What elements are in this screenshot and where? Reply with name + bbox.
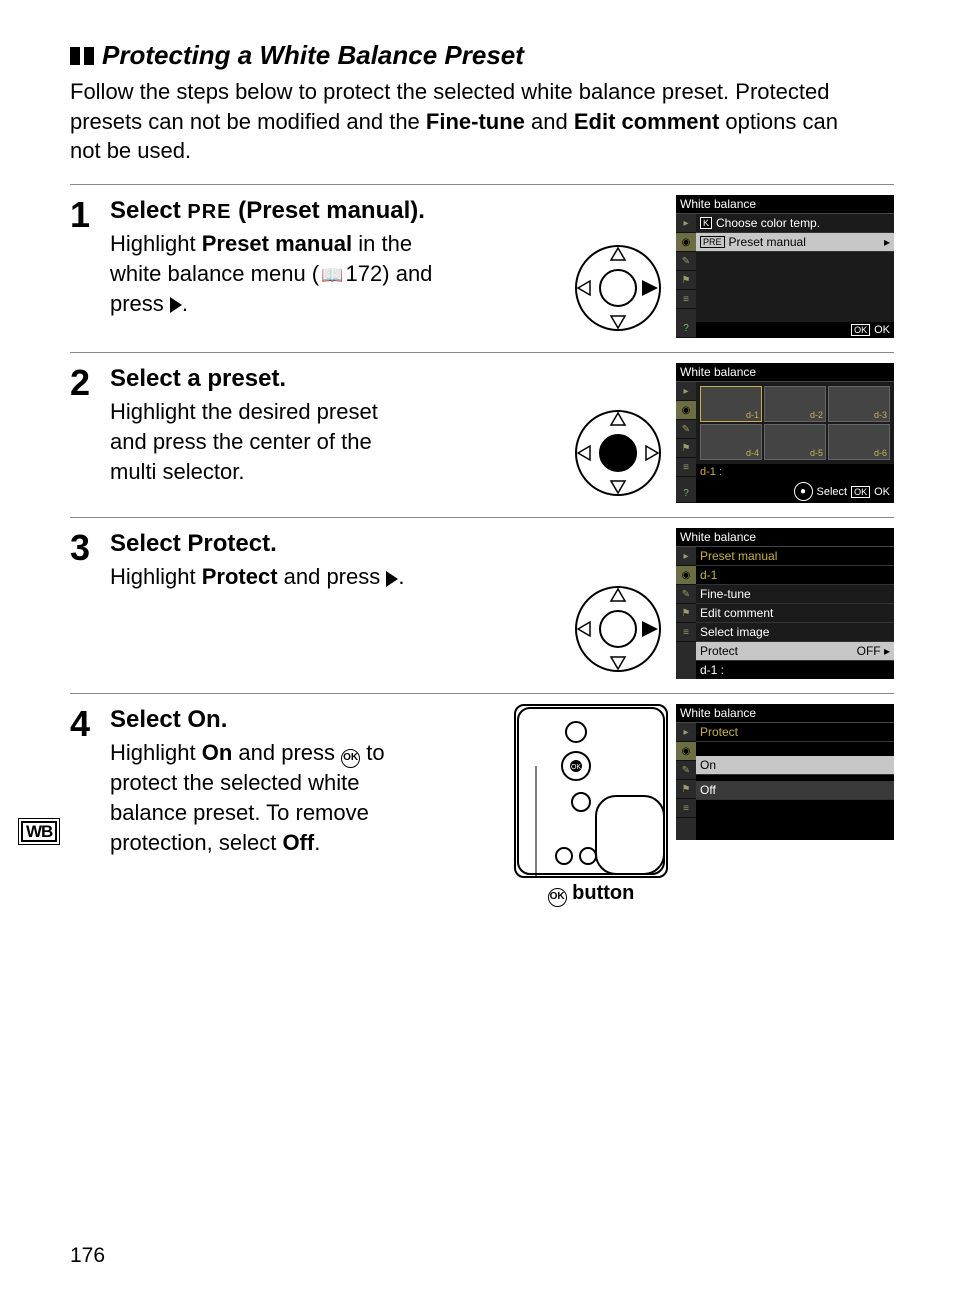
- step-heading: Select Protect.: [110, 528, 470, 560]
- tab-icon: ▸: [676, 214, 696, 233]
- preset-thumb: d-6: [828, 424, 890, 460]
- step-number: 3: [70, 528, 110, 679]
- tab-icon: ▸: [676, 547, 696, 566]
- menu-row-selected: ProtectOFF ▸: [696, 642, 894, 661]
- menu-row: Edit comment: [696, 604, 894, 623]
- camera-screen: White balance ▸ ◉ ✎ ⚑ ≡ Protect On O: [676, 704, 894, 840]
- tab-icon: ⚑: [676, 439, 696, 458]
- tab-icon: ◉: [676, 401, 696, 420]
- wb-side-tab: WB: [18, 818, 60, 845]
- section-title-text: Protecting a White Balance Preset: [102, 40, 524, 71]
- step: 4 Select On. Highlight On and press OK t…: [70, 693, 894, 921]
- intro-paragraph: Follow the steps below to protect the se…: [70, 77, 850, 166]
- camera-body-illustration: OK: [514, 704, 668, 878]
- intro-bold: Edit comment: [574, 109, 719, 134]
- multi-selector-icon: [568, 579, 668, 679]
- camera-caption: OK button: [514, 882, 668, 907]
- menu-row: Select image: [696, 623, 894, 642]
- section-marker-icon: [70, 47, 94, 65]
- tab-icon: ⚑: [676, 271, 696, 290]
- tab-icon: ◉: [676, 742, 696, 761]
- preset-thumb: d-1: [700, 386, 762, 422]
- preset-sub: d-1 :: [696, 464, 894, 480]
- tab-icon: ✎: [676, 420, 696, 439]
- screen-title: White balance: [676, 704, 894, 723]
- multi-selector-icon: [568, 238, 668, 338]
- menu-row-selected: PREPreset manual▸: [696, 233, 894, 252]
- step-number: 2: [70, 363, 110, 503]
- tab-icon: ◉: [676, 566, 696, 585]
- ok-button-icon: OK: [341, 749, 360, 768]
- multi-selector-icon: [568, 403, 668, 503]
- step: 2 Select a preset. Highlight the desired…: [70, 352, 894, 517]
- step: 1 Select PRE (Preset manual). Highlight …: [70, 184, 894, 352]
- tab-icon: ✎: [676, 585, 696, 604]
- step-body: Highlight Protect and press .: [110, 562, 470, 592]
- tab-icon: ≡: [676, 623, 696, 642]
- manual-page-icon: [319, 261, 345, 286]
- step-body: Highlight the desired preset and press t…: [110, 397, 420, 486]
- screen-title: White balance: [676, 195, 894, 214]
- pre-label: PRE: [187, 201, 231, 223]
- menu-row: Fine-tune: [696, 585, 894, 604]
- camera-screen: White balance ▸ ◉ ✎ ⚑ ≡ ? d-1 d-2: [676, 363, 894, 503]
- right-arrow-icon: [386, 571, 398, 587]
- preset-sub: d-1 :: [696, 661, 894, 679]
- preset-thumb: d-2: [764, 386, 826, 422]
- tab-icon: ◉: [676, 233, 696, 252]
- help-icon: ?: [676, 319, 696, 338]
- tab-icon: ≡: [676, 290, 696, 309]
- page-number: 176: [70, 1244, 105, 1268]
- step-heading: Select a preset.: [110, 363, 420, 395]
- step-number: 1: [70, 195, 110, 338]
- menu-row: Off: [696, 781, 894, 800]
- step-body: Highlight Preset manual in the white bal…: [110, 229, 440, 318]
- menu-row: Preset manual: [696, 547, 894, 566]
- center-press-icon: ●: [794, 482, 813, 501]
- ok-indicator: OK: [851, 486, 870, 498]
- preset-thumb: d-5: [764, 424, 826, 460]
- step-body: Highlight On and press OK to protect the…: [110, 738, 400, 857]
- screen-title: White balance: [676, 528, 894, 547]
- right-arrow-icon: [170, 297, 182, 313]
- intro-bold: Fine-tune: [426, 109, 525, 134]
- ok-indicator: OK: [851, 324, 870, 336]
- step-heading: Select PRE (Preset manual).: [110, 195, 440, 227]
- camera-screen: White balance ▸ ◉ ✎ ⚑ ≡ Preset manual d-…: [676, 528, 894, 679]
- tab-icon: ≡: [676, 799, 696, 818]
- menu-row: KChoose color temp.: [696, 214, 894, 233]
- tab-icon: ✎: [676, 761, 696, 780]
- preset-thumb: d-4: [700, 424, 762, 460]
- tab-icon: ⚑: [676, 604, 696, 623]
- tab-icon: ▸: [676, 723, 696, 742]
- menu-row: Protect: [696, 723, 894, 742]
- step-heading: Select On.: [110, 704, 400, 736]
- preset-thumb: d-3: [828, 386, 890, 422]
- menu-row-selected: On: [696, 756, 894, 775]
- ok-button-icon: OK: [548, 888, 567, 907]
- intro-text: and: [525, 109, 574, 134]
- help-icon: ?: [676, 484, 696, 503]
- tab-icon: ⚑: [676, 780, 696, 799]
- step: 3 Select Protect. Highlight Protect and …: [70, 517, 894, 693]
- tab-icon: ≡: [676, 458, 696, 477]
- svg-text:OK: OK: [571, 764, 581, 771]
- step-number: 4: [70, 704, 110, 907]
- camera-screen: White balance ▸ ◉ ✎ ⚑ ≡ ? KChoose color …: [676, 195, 894, 338]
- wb-icon: WB: [21, 821, 57, 842]
- tab-icon: ✎: [676, 252, 696, 271]
- screen-title: White balance: [676, 363, 894, 382]
- menu-row: d-1: [696, 566, 894, 585]
- tab-icon: ▸: [676, 382, 696, 401]
- section-title: Protecting a White Balance Preset: [70, 40, 894, 71]
